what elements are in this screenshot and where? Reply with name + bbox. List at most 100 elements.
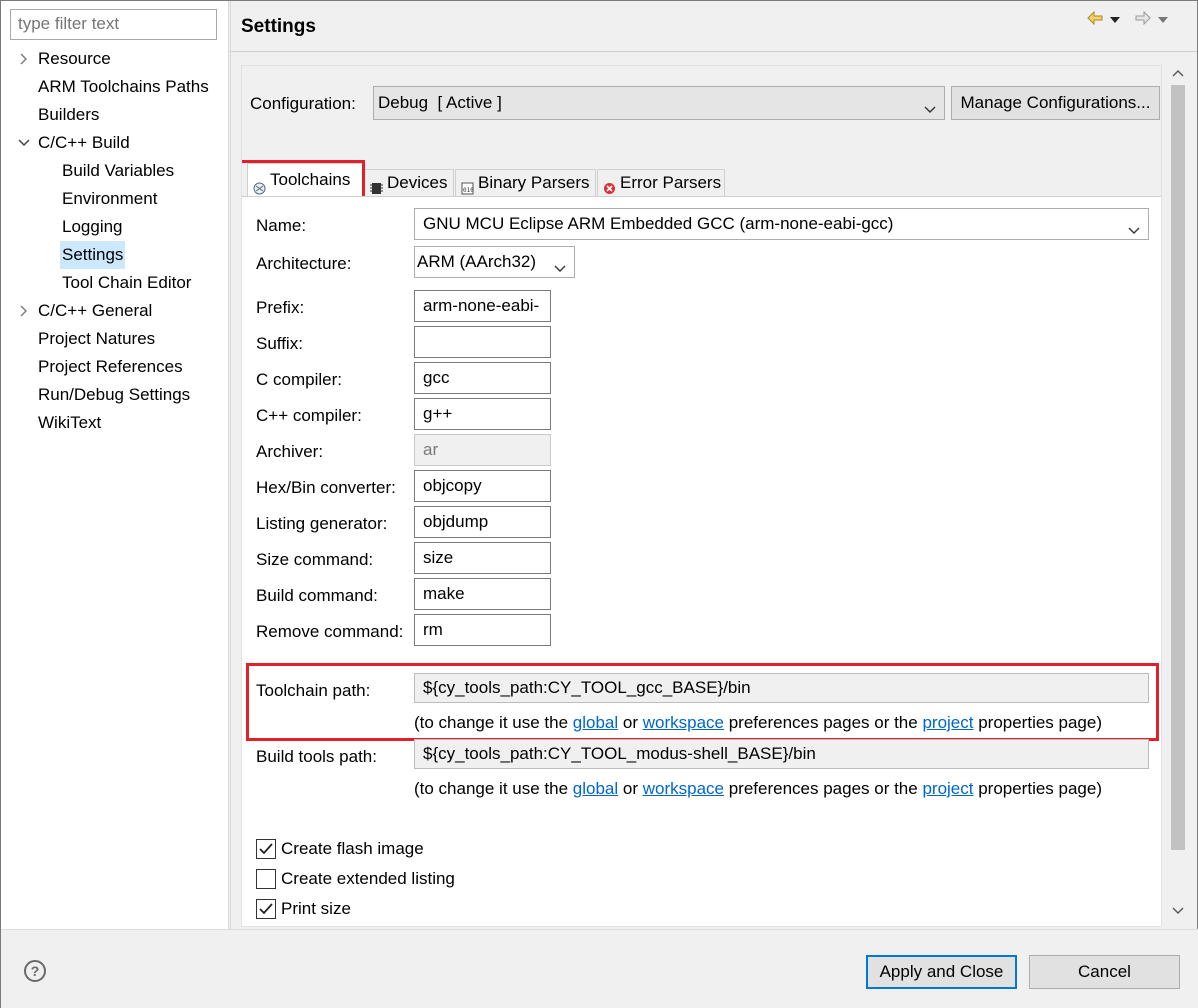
- text-field[interactable]: rm: [414, 614, 551, 646]
- tree-item[interactable]: Settings: [1, 241, 229, 269]
- tree-item[interactable]: Environment: [1, 185, 229, 213]
- configuration-select[interactable]: Debug [ Active ]: [373, 86, 945, 120]
- tree-item[interactable]: ARM Toolchains Paths: [1, 73, 229, 101]
- help-icon[interactable]: ?: [24, 960, 46, 982]
- project-link[interactable]: project: [922, 779, 973, 798]
- chevron-down-icon[interactable]: [17, 129, 31, 157]
- history-nav: [1087, 10, 1169, 30]
- field-label: Build command:: [256, 586, 378, 605]
- tree-item-label: Builders: [38, 105, 100, 124]
- checkbox-checked-icon[interactable]: [256, 839, 276, 859]
- tab-label: Binary Parsers: [478, 173, 590, 192]
- text-field[interactable]: gcc: [414, 362, 551, 394]
- cancel-button[interactable]: Cancel: [1029, 955, 1180, 989]
- tab-binary-parsers[interactable]: 010 Binary Parsers: [455, 169, 596, 197]
- architecture-value: ARM (AArch32): [417, 252, 537, 271]
- tree-item-label: WikiText: [38, 413, 102, 432]
- scrollbar-thumb[interactable]: [1171, 85, 1185, 850]
- checkbox-label: Create extended listing: [281, 869, 455, 888]
- text-field[interactable]: arm-none-eabi-: [414, 290, 551, 322]
- toolchain-name-select[interactable]: GNU MCU Eclipse ARM Embedded GCC (arm-no…: [414, 208, 1149, 240]
- tree-item-label: Logging: [62, 217, 123, 236]
- apply-and-close-button[interactable]: Apply and Close: [866, 955, 1017, 989]
- settings-content: Configuration: Debug [ Active ] Manage C…: [241, 65, 1162, 927]
- highlight-box: [242, 160, 365, 200]
- error-icon: [603, 177, 616, 194]
- tree-item-label: Tool Chain Editor: [62, 273, 192, 292]
- chip-icon: [370, 177, 383, 194]
- tree-item-label: Run/Debug Settings: [38, 385, 191, 404]
- tree-item[interactable]: WikiText: [1, 409, 229, 437]
- tree-item[interactable]: Run/Debug Settings: [1, 381, 229, 409]
- text-field[interactable]: size: [414, 542, 551, 574]
- dialog-footer: ? Apply and Close Cancel: [1, 929, 1198, 1008]
- workspace-link[interactable]: workspace: [643, 779, 724, 798]
- scroll-up-icon[interactable]: [1172, 69, 1184, 77]
- architecture-select[interactable]: ARM (AArch32): [414, 246, 575, 278]
- tab-bar: Toolchains Devices 010 Binary Parsers Er…: [242, 163, 1161, 197]
- tab-error-parsers[interactable]: Error Parsers: [597, 169, 725, 197]
- text-field[interactable]: make: [414, 578, 551, 610]
- text-field[interactable]: [414, 326, 551, 358]
- tree-item-label: Build Variables: [62, 161, 175, 180]
- text-field[interactable]: g++: [414, 398, 551, 430]
- tree-item[interactable]: Builders: [1, 101, 229, 129]
- configuration-value: Debug [ Active ]: [378, 93, 502, 112]
- forward-arrow-icon[interactable]: [1135, 10, 1151, 30]
- svg-text:010: 010: [463, 187, 474, 194]
- vertical-scrollbar[interactable]: [1169, 65, 1187, 923]
- chevron-right-icon[interactable]: [17, 297, 31, 325]
- hint-text: preferences pages or the: [723, 779, 923, 798]
- hint-text: properties page): [973, 779, 1103, 798]
- property-tree: Resource ARM Toolchains Paths Builders C/C+…: [1, 45, 229, 437]
- tree-item-label: C/C++ Build: [38, 133, 130, 152]
- properties-dialog: type filter text Resource ARM Toolchains …: [0, 0, 1198, 1008]
- settings-page: Settings Configuration: Debug [ Active ]: [230, 1, 1197, 929]
- tab-devices[interactable]: Devices: [364, 169, 454, 197]
- dropdown-icon[interactable]: [1157, 10, 1169, 30]
- checkbox-label: Create flash image: [281, 839, 424, 858]
- tree-item[interactable]: Build Variables: [1, 157, 229, 185]
- chevron-down-icon: [924, 99, 936, 119]
- field-label: Listing generator:: [256, 514, 388, 533]
- tree-item-label: Project Natures: [38, 329, 156, 348]
- tree-item[interactable]: Project Natures: [1, 325, 229, 353]
- text-field: ar: [414, 434, 551, 466]
- tree-item-label: C/C++ General: [38, 301, 153, 320]
- tree-item[interactable]: Tool Chain Editor: [1, 269, 229, 297]
- toolchain-name-value: GNU MCU Eclipse ARM Embedded GCC (arm-no…: [423, 214, 894, 233]
- chevron-right-icon[interactable]: [17, 45, 31, 73]
- tree-item[interactable]: Project References: [1, 353, 229, 381]
- tab-label: Error Parsers: [620, 173, 722, 192]
- checkbox-unchecked-icon[interactable]: [256, 869, 276, 889]
- field-label: Suffix:: [256, 334, 303, 353]
- back-arrow-icon[interactable]: [1087, 10, 1103, 30]
- field-label: Archiver:: [256, 442, 324, 461]
- tree-item[interactable]: Resource: [1, 45, 229, 73]
- global-link[interactable]: global: [573, 779, 618, 798]
- tree-item[interactable]: C/C++ General: [1, 297, 229, 325]
- build-tools-path-label: Build tools path:: [256, 747, 377, 766]
- tab-label: Devices: [387, 173, 448, 192]
- field-label: Hex/Bin converter:: [256, 478, 396, 497]
- binary-icon: 010: [461, 177, 474, 195]
- checkbox-checked-icon[interactable]: [256, 899, 276, 919]
- hint-text: or: [618, 779, 643, 798]
- header-divider: [230, 51, 1197, 52]
- filter-input[interactable]: type filter text: [10, 9, 217, 40]
- field-label: Size command:: [256, 550, 374, 569]
- build-tools-path-field: ${cy_tools_path:CY_TOOL_modus-shell_BASE…: [414, 739, 1149, 769]
- dropdown-icon[interactable]: [1109, 10, 1121, 30]
- tree-item[interactable]: Logging: [1, 213, 229, 241]
- text-field[interactable]: objcopy: [414, 470, 551, 502]
- field-label: C compiler:: [256, 370, 342, 389]
- field-label: C++ compiler:: [256, 406, 362, 425]
- chevron-down-icon: [554, 258, 566, 277]
- toolchains-panel: Name: GNU MCU Eclipse ARM Embedded GCC (…: [242, 196, 1161, 926]
- text-field[interactable]: objdump: [414, 506, 551, 538]
- architecture-label: Architecture:: [256, 254, 352, 273]
- manage-configurations-button[interactable]: Manage Configurations...: [951, 86, 1160, 120]
- scroll-down-icon[interactable]: [1172, 907, 1184, 915]
- tree-item[interactable]: C/C++ Build: [1, 129, 229, 157]
- name-label: Name:: [256, 216, 307, 235]
